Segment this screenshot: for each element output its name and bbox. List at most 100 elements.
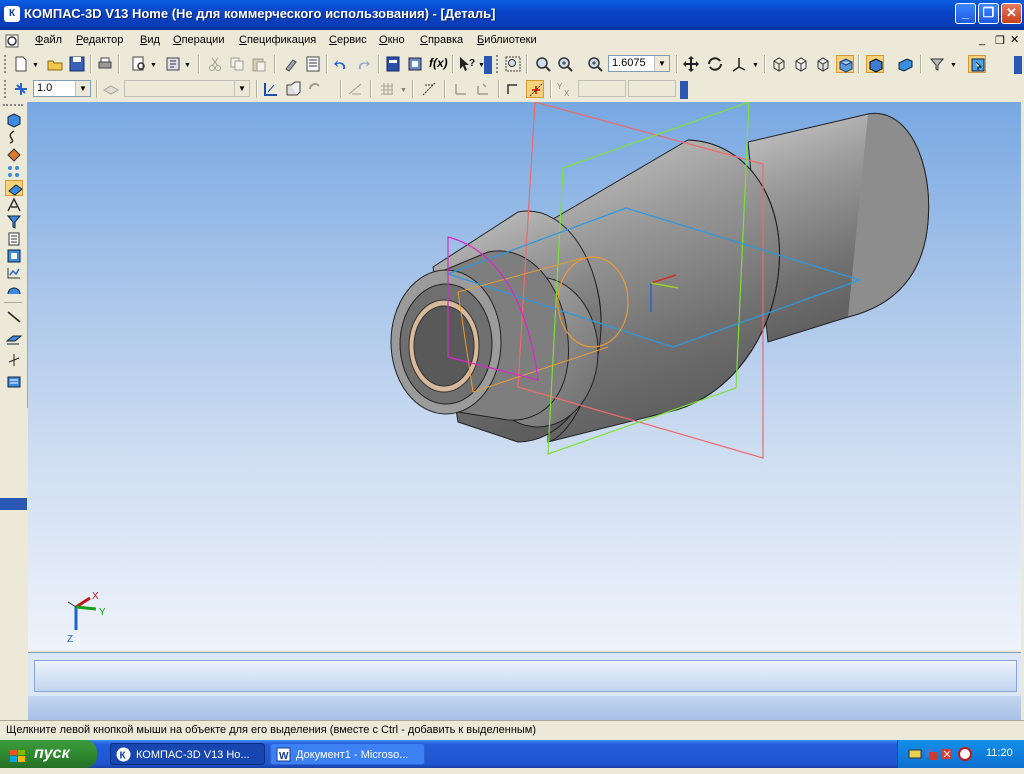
perspective-icon[interactable] (896, 55, 914, 73)
snap-icon[interactable] (420, 80, 438, 98)
grid-step-icon[interactable] (12, 80, 30, 98)
layer-combo[interactable]: ▼ (124, 80, 250, 97)
kompas-app-icon[interactable]: К (4, 6, 20, 22)
report-icon[interactable] (5, 248, 23, 264)
cut-icon[interactable] (206, 55, 224, 73)
manager-icon[interactable] (384, 55, 402, 73)
coord-y-field[interactable] (628, 80, 676, 97)
ortho-icon[interactable] (474, 80, 492, 98)
brush-format-icon[interactable] (282, 55, 300, 73)
zoom-scale-icon[interactable] (586, 55, 604, 73)
spatial-curves-icon[interactable] (5, 129, 23, 145)
taskbar-task-word[interactable]: W Документ1 - Microso... (270, 743, 425, 765)
menu-editor[interactable]: Редактор (75, 32, 124, 48)
arrays-icon[interactable] (5, 163, 23, 179)
part-edit-icon[interactable] (284, 80, 302, 98)
sheet-metal-icon[interactable] (5, 282, 23, 298)
auxiliary-geometry-icon[interactable] (5, 180, 23, 196)
grid-icon[interactable] (378, 80, 396, 98)
diagnostics-icon[interactable] (5, 265, 23, 281)
minimize-button[interactable]: _ (955, 3, 976, 24)
doc-restore-button[interactable]: ❐ (995, 34, 1005, 47)
panel-expand-handle[interactable] (0, 498, 27, 510)
axis-icon[interactable] (5, 352, 23, 368)
network-tray-icon[interactable] (908, 747, 922, 761)
menu-service[interactable]: Сервис (328, 32, 368, 48)
doc-close-button[interactable]: ✕ (1010, 33, 1019, 46)
toolbar-grip[interactable] (4, 55, 9, 73)
hidden-lines-icon[interactable] (792, 55, 810, 73)
save-icon[interactable] (68, 55, 86, 73)
undo-icon[interactable] (332, 55, 350, 73)
menu-operations[interactable]: Операции (172, 32, 225, 48)
preview-icon[interactable] (130, 55, 148, 73)
local-cs-icon[interactable] (452, 80, 470, 98)
ortho-mode-icon[interactable] (504, 80, 522, 98)
step-combo[interactable]: 1.0 ▼ (33, 80, 91, 97)
security-tray-icon[interactable] (940, 747, 954, 761)
menu-window[interactable]: Окно (378, 32, 406, 48)
shaded-icon[interactable] (836, 55, 854, 73)
taskbar-task-kompas[interactable]: К КОМПАС-3D V13 Но... (110, 743, 265, 765)
zoom-scale-combo[interactable]: 1.6075 ▼ (608, 55, 670, 72)
toolbar-overflow-handle[interactable] (1014, 56, 1022, 74)
measure-icon[interactable] (346, 80, 364, 98)
thin-hidden-icon[interactable] (814, 55, 832, 73)
layer-icon[interactable] (102, 80, 120, 98)
shaded-edges-icon[interactable] (866, 55, 884, 73)
keyboard-tray-icon[interactable] (924, 747, 938, 761)
snap-mates-icon[interactable] (5, 374, 23, 390)
copy-icon[interactable] (228, 55, 246, 73)
plane-icon[interactable] (5, 330, 23, 346)
zoom-in-icon[interactable] (534, 55, 552, 73)
chevron-down-icon[interactable]: ▼ (150, 62, 157, 69)
sketch-icon[interactable] (262, 80, 280, 98)
antivirus-tray-icon[interactable] (958, 747, 972, 761)
model-viewport[interactable]: X Y Z (28, 102, 1021, 650)
specification-icon[interactable] (5, 231, 23, 247)
coordinates-icon[interactable]: YX (556, 80, 574, 98)
doc-minimize-button[interactable]: _ (979, 34, 985, 46)
select-mode-icon[interactable] (968, 55, 986, 73)
panel-grip[interactable] (3, 104, 23, 109)
zoom-window-icon[interactable] (504, 55, 522, 73)
variables-icon[interactable] (406, 55, 424, 73)
close-button[interactable]: ✕ (1001, 3, 1022, 24)
chevron-down-icon[interactable]: ▼ (400, 87, 407, 94)
toolbar-overflow-handle[interactable] (680, 81, 688, 99)
snap-active-icon[interactable] (526, 80, 544, 98)
rebuild-icon[interactable] (306, 80, 324, 98)
dimensions-icon[interactable] (5, 197, 23, 213)
chevron-down-icon[interactable]: ▼ (950, 62, 957, 69)
print-icon[interactable] (96, 55, 114, 73)
surfaces-icon[interactable] (5, 146, 23, 162)
chevron-down-icon[interactable]: ▼ (32, 62, 39, 69)
menu-view[interactable]: Вид (139, 32, 161, 48)
document-system-menu-icon[interactable] (4, 33, 20, 49)
menu-libraries[interactable]: Библиотеки (476, 32, 538, 48)
open-folder-icon[interactable] (46, 55, 64, 73)
filters-icon[interactable] (5, 214, 23, 230)
coord-x-field[interactable] (578, 80, 626, 97)
function-fx-icon[interactable]: f(x) (429, 56, 448, 70)
new-document-icon[interactable] (12, 55, 30, 73)
zoom-all-icon[interactable] (556, 55, 574, 73)
chevron-down-icon[interactable]: ▼ (184, 62, 191, 69)
orientation-icon[interactable] (730, 55, 748, 73)
wireframe-icon[interactable] (770, 55, 788, 73)
paste-icon[interactable] (250, 55, 268, 73)
filter-select-icon[interactable] (928, 55, 946, 73)
pan-icon[interactable] (682, 55, 700, 73)
toolbar-grip[interactable] (4, 80, 9, 98)
redo-icon[interactable] (354, 55, 372, 73)
editing-tools-icon[interactable] (5, 112, 23, 128)
clock[interactable]: 11:20 (986, 747, 1013, 759)
start-button[interactable]: пуск (0, 740, 97, 768)
rotate-icon[interactable] (706, 55, 724, 73)
help-pointer-icon[interactable]: ? (458, 55, 476, 73)
restore-button[interactable]: ❐ (978, 3, 999, 24)
menu-help[interactable]: Справка (419, 32, 464, 48)
toolbar-overflow-handle[interactable] (484, 56, 492, 74)
menu-specification[interactable]: Спецификация (238, 32, 317, 48)
properties-icon[interactable] (164, 55, 182, 73)
